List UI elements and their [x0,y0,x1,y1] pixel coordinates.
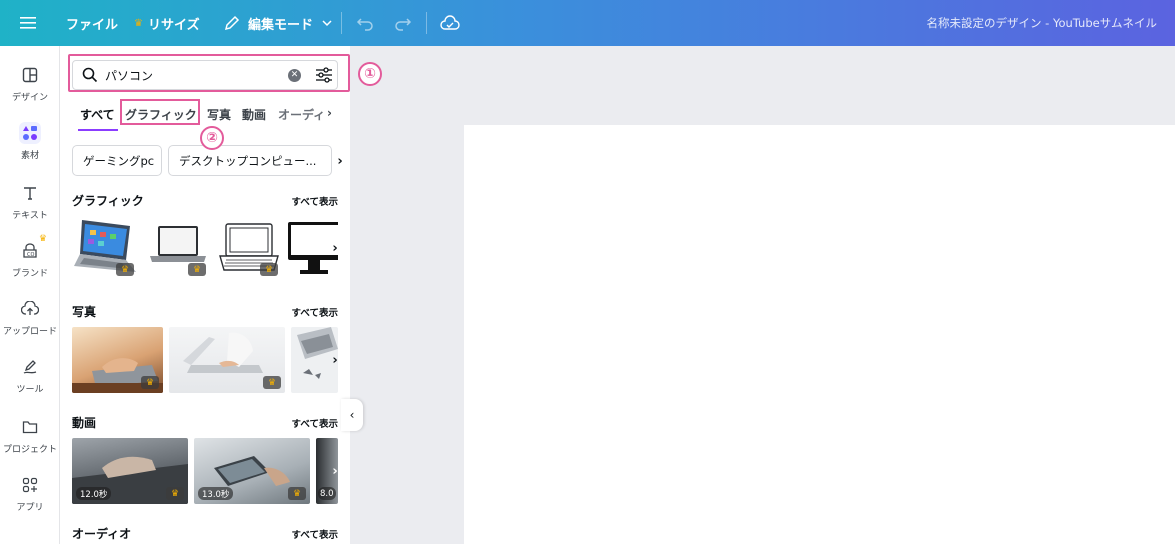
crown-icon: ♛ [116,263,134,276]
edit-mode-button[interactable]: 編集モード [224,0,333,46]
rail-label: プロジェクト [2,445,57,455]
document-title[interactable]: 名称未設定のデザイン - YouTubeサムネイル [927,0,1158,46]
chevron-right-icon[interactable]: › [327,106,332,120]
resize-button[interactable]: ♛ リサイズ [134,0,200,46]
rail-item-projects[interactable]: プロジェクト [0,416,60,455]
tab-videos[interactable]: 動画 [242,106,266,123]
cloud-upload-icon [19,298,41,320]
highlight-box-search [68,54,350,92]
crown-icon: ♛ [263,376,281,389]
redo-icon[interactable] [394,0,412,46]
tab-audio[interactable]: オーディ [278,106,325,123]
rail-item-apps[interactable]: アプリ [0,474,60,513]
photo-thumbnail[interactable]: ♛ [72,327,163,393]
duration-badge: 12.0秒 [76,487,112,500]
folder-icon [19,416,41,438]
rail-label: 素材 [20,151,39,161]
rail-label: デザイン [11,93,48,103]
rail-item-brand[interactable]: CO ♛ ブランド [0,234,60,279]
menu-icon[interactable] [20,0,36,46]
crown-icon: ♛ [38,234,47,244]
video-thumbnail[interactable]: 13.0秒 ♛ [194,438,310,504]
design-canvas[interactable] [464,125,1175,544]
see-all-photos[interactable]: すべて表示 [292,305,338,319]
graphic-thumbnail[interactable]: ♛ [216,216,282,280]
rail-item-text[interactable]: テキスト [0,182,60,221]
suggestion-chip[interactable]: デスクトップコンピュー... [168,145,332,176]
crown-icon: ♛ [188,263,206,276]
annotation-number-1: ① [358,62,382,86]
annotation-number-2: ② [200,126,224,150]
duration-badge: 8.0 [318,487,336,500]
crown-icon: ♛ [288,487,306,500]
draw-icon [19,356,41,378]
pencil-icon [224,15,240,31]
see-all-videos[interactable]: すべて表示 [292,416,338,430]
layout-icon [19,64,41,86]
collapse-panel-button[interactable]: ‹ [341,399,363,431]
suggestion-chip[interactable]: ゲーミングpc [72,145,162,176]
graphic-thumbnail[interactable]: ♛ [72,216,138,280]
file-menu[interactable]: ファイル [66,0,118,46]
see-all-graphics[interactable]: すべて表示 [292,194,338,208]
cloud-saved-icon[interactable] [440,0,460,46]
rail-item-design[interactable]: デザイン [0,64,60,103]
undo-icon[interactable] [356,0,374,46]
section-title-photos: 写真 [72,305,97,319]
chevron-right-icon[interactable]: › [328,351,342,369]
svg-text:CO: CO [27,252,34,258]
highlight-box-graphics-tab [120,99,200,125]
left-rail: デザイン 素材 テキスト CO ♛ ブランド アップロード ツール プロジェクト… [0,46,60,544]
duration-badge: 13.0秒 [198,487,234,500]
text-icon [19,182,41,204]
graphic-thumbnail[interactable]: ♛ [144,216,210,280]
crown-icon: ♛ [141,376,159,389]
tab-underline [78,129,118,131]
divider [341,12,342,34]
chevron-left-icon: ‹ [349,408,355,422]
resize-label: リサイズ [147,17,200,33]
chevron-right-icon[interactable]: › [333,152,347,170]
rail-label: アプリ [16,503,44,513]
rail-label: ツール [16,385,44,395]
shapes-icon [19,122,41,144]
rail-item-tools[interactable]: ツール [0,356,60,395]
divider [426,12,427,34]
rail-label: テキスト [12,211,48,221]
see-all-audio[interactable]: すべて表示 [292,527,338,541]
elements-panel: ✕ すべて グラフィック 写真 動画 オーディ › ゲーミングpc デスクトップ… [60,46,350,544]
apps-icon [19,474,41,496]
section-title-graphics: グラフィック [72,194,144,208]
chevron-right-icon[interactable]: › [328,239,342,257]
video-thumbnail[interactable]: 12.0秒 ♛ [72,438,188,504]
tab-photos[interactable]: 写真 [207,106,231,123]
brand-icon: CO ♛ [19,234,47,262]
tab-all[interactable]: すべて [80,106,115,123]
section-title-audio: オーディオ [72,527,132,541]
chevron-right-icon[interactable]: › [328,462,342,480]
photo-thumbnail[interactable]: ♛ [169,327,285,393]
crown-icon: ♛ [260,263,278,276]
crown-icon: ♛ [166,487,184,500]
edit-mode-label: 編集モード [248,17,314,33]
crown-icon: ♛ [134,17,143,29]
rail-label: ブランド [11,269,48,279]
rail-item-uploads[interactable]: アップロード [0,298,60,337]
rail-item-elements[interactable]: 素材 [0,122,60,161]
top-bar: ファイル ♛ リサイズ 編集モード 名称未設定のデザイン - YouTubeサム… [0,0,1175,46]
section-title-videos: 動画 [72,416,97,430]
rail-label: アップロード [2,327,57,337]
chevron-down-icon [322,20,332,27]
